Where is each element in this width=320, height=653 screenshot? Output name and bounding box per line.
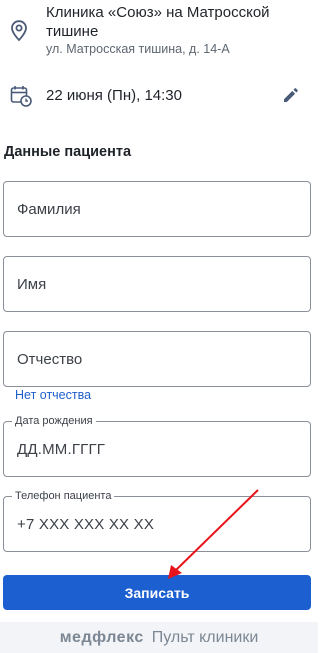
footer: медфлекс Пульт клиники [0, 622, 318, 653]
footer-brand-logo: медфлекс [59, 628, 144, 646]
birthdate-label: Дата рождения [12, 414, 96, 428]
phone-field[interactable]: Телефон пациента +7 XXX XXX XX XX [3, 489, 311, 552]
surname-placeholder: Фамилия [17, 201, 81, 218]
birthdate-placeholder: ДД.ММ.ГГГГ [17, 441, 106, 458]
submit-button[interactable]: Записать [3, 575, 311, 610]
clinic-name: Клиника «Союз» на Матросской тишине [46, 4, 270, 40]
patronymic-field[interactable]: Отчество [3, 331, 311, 387]
footer-product-name: Пульт клиники [151, 628, 259, 646]
surname-field[interactable]: Фамилия [3, 181, 311, 237]
appointment-datetime: 22 июня (Пн), 14:30 [46, 87, 182, 104]
name-field[interactable]: Имя [3, 256, 311, 312]
patient-data-title: Данные пациента [4, 144, 132, 160]
no-patronymic-link[interactable]: Нет отчества [15, 388, 91, 402]
appointment-datetime-row: 22 июня (Пн), 14:30 [0, 80, 318, 112]
name-placeholder: Имя [17, 276, 47, 293]
clinic-address: ул. Матросская тишина, д. 14-А [46, 42, 230, 56]
pencil-icon[interactable] [282, 86, 300, 104]
clinic-info: Клиника «Союз» на Матросской тишине ул. … [0, 0, 318, 62]
calendar-clock-icon [10, 86, 32, 107]
phone-label: Телефон пациента [12, 489, 115, 503]
birthdate-field[interactable]: Дата рождения ДД.ММ.ГГГГ [3, 414, 311, 477]
location-pin-icon [11, 20, 27, 42]
booking-form-page: Клиника «Союз» на Матросской тишине ул. … [0, 0, 318, 653]
patronymic-placeholder: Отчество [17, 351, 83, 368]
phone-placeholder: +7 XXX XXX XX XX [17, 516, 155, 533]
